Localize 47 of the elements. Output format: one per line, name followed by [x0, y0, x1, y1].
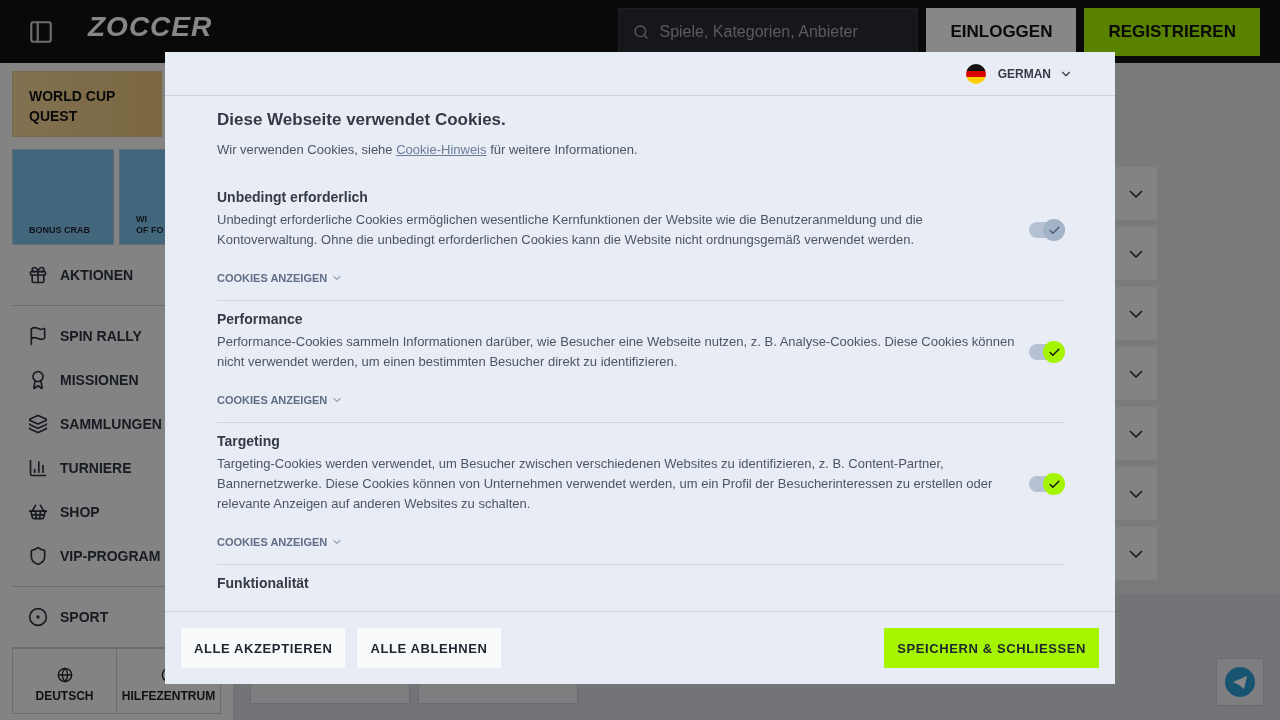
category-title: Targeting	[217, 433, 281, 449]
category-description: Targeting-Cookies werden verwendet, um Besucher zwischen verschiedenen Websites zu identifizieren, z. B. Content-Partner, Bannernetzwerke. Diese Cookies können von Unternehmen verwendet werden, um ein Profil der Besucherinteressen zu erstellen oder relevante Anzeigen auf anderen Websites zu schalten.	[217, 455, 994, 513]
show-cookies-link[interactable]: COOKIES ANZEIGEN	[217, 536, 344, 548]
promo-banner[interactable]: WORLD CUP QUEST	[12, 71, 162, 137]
footer-link[interactable]: DEUTSCH	[13, 649, 117, 713]
intro-text: Wir verwenden Cookies, siehe Cookie-Hinweis für weitere Informationen.	[217, 142, 639, 157]
consent-button[interactable]: ALLE AKZEPTIEREN	[181, 628, 346, 668]
telegram-button[interactable]	[1216, 658, 1264, 706]
save-button[interactable]: SPEICHERN & SCHLIESSEN	[884, 628, 1099, 668]
dialog-title: Diese Webseite verwendet Cookies.	[217, 110, 507, 130]
logo: ZOCCER	[88, 12, 213, 42]
category-toggle[interactable]	[1029, 341, 1065, 363]
flag-icon	[965, 63, 986, 84]
flag-icon	[28, 326, 48, 346]
chevron-icon	[1129, 549, 1143, 558]
category-title: Funktionalität	[217, 575, 310, 591]
category-title: Performance	[217, 311, 304, 327]
shield-icon	[28, 546, 48, 566]
cards-icon	[28, 414, 48, 434]
game-tile[interactable]: BONUS CRAB	[12, 149, 114, 245]
register-button[interactable]: REGISTRIEREN	[1084, 7, 1260, 56]
chevron-icon	[1129, 369, 1143, 378]
globe-icon	[56, 667, 73, 683]
category-description: Unbedingt erforderliche Cookies ermöglichen wesentliche Kernfunktionen der Website wie die Benutzeranmeldung und die Kontoverwaltung. Ohne die unbedingt erforderlichen Cookies kann die Website nicht ordnungsgemäß verwendet werden.	[217, 211, 924, 249]
chevron-icon	[1129, 249, 1143, 258]
tile-label: OF FO	[136, 225, 165, 236]
chevron-icon	[1129, 309, 1143, 318]
chevron-icon	[1129, 489, 1143, 498]
search-icon	[633, 23, 650, 40]
category-toggle[interactable]	[1029, 473, 1065, 495]
category-description: Performance-Cookies sammeln Informationen darüber, wie Besucher eine Webseite nutzen, z. B. Analyse-Cookies. Diese Cookies können nicht verwendet werden, um einen bestimmten Besucher direkt zu identifizieren.	[217, 333, 1015, 371]
category-title: Unbedingt erforderlich	[217, 189, 369, 205]
search-placeholder: Spiele, Kategorien, Anbieter	[659, 22, 858, 41]
cookie-notice-link[interactable]: Cookie-Hinweis	[396, 142, 487, 157]
language-select[interactable]: GERMAN	[959, 62, 1079, 85]
tile-label: WI	[136, 214, 148, 225]
chevron-icon	[1129, 189, 1143, 198]
ball-icon	[28, 607, 48, 627]
gift-icon	[28, 265, 48, 285]
sidebar-toggle-icon[interactable]	[28, 18, 54, 45]
tile-label: BONUS CRAB	[29, 225, 91, 236]
consent-button[interactable]: ALLE ABLEHNEN	[357, 628, 501, 668]
basket-icon	[28, 502, 48, 522]
podium-icon	[28, 458, 48, 478]
paper-plane-icon	[1225, 667, 1255, 697]
chevron-icon	[1129, 429, 1143, 438]
show-cookies-link[interactable]: COOKIES ANZEIGEN	[217, 394, 344, 406]
